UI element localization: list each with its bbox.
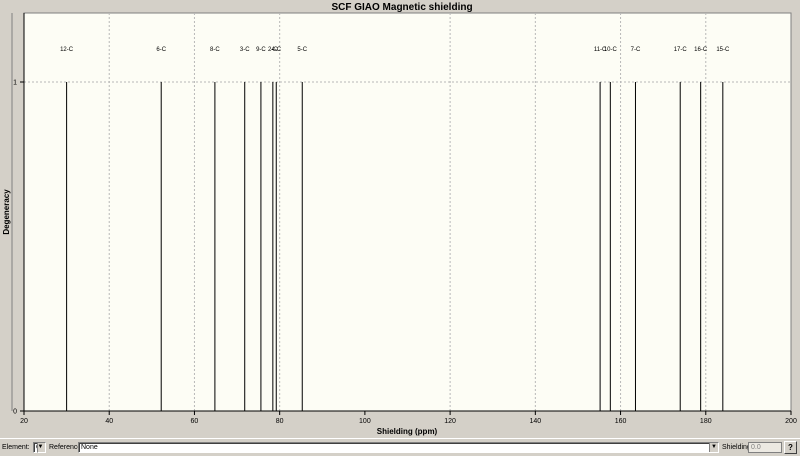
element-label: Element: [2,444,30,451]
status-bar: Element: C ▼ Reference: None ▼ Shielding… [0,438,800,456]
peak-label: 15-C [716,47,730,53]
nmr-spectrum-chart: 12-C 6-C 8-C 3-C 9-C 2-C4-C 5-C 11-C10-C 7-C 17-C… [0,0,800,438]
help-icon: ? [788,443,793,452]
peak-label: 17-C [674,47,688,53]
x-tick-label: 60 [191,418,199,425]
x-tick-label: 120 [444,418,456,425]
peak-label: 5-C [297,47,307,53]
peak-label: 7-C [631,47,641,53]
help-button[interactable]: ? [784,441,797,454]
peak-label: 16-C [694,47,708,53]
chevron-down-icon: ▼ [709,443,718,452]
x-tick-label: 80 [276,418,284,425]
reference-select-value: None [81,444,98,451]
y-tick-label: 0 [13,409,17,416]
peak-label: 10-C [604,47,618,53]
plot-area [23,12,792,412]
element-select-arrow[interactable]: ▼ [37,442,46,453]
x-tick-label: 200 [785,418,797,425]
x-tick-label: 160 [615,418,627,425]
x-axis-label: Shielding (ppm) [377,427,438,436]
peak-label: 8-C [210,47,220,53]
x-tick-label: 140 [529,418,541,425]
peak-label: 9-C [256,47,266,53]
peak-label: 3-C [240,47,250,53]
y-tick-label: 1 [13,80,17,87]
x-tick-label: 20 [20,418,28,425]
chevron-down-icon: ▼ [37,443,45,452]
reference-select[interactable]: None ▼ [78,442,719,453]
x-tick-label: 180 [700,418,712,425]
shielding-field[interactable]: 0.0 [748,442,782,453]
peak-label: 4-C [271,47,281,53]
x-tick-label: 40 [105,418,113,425]
peak-label: 6-C [156,47,166,53]
chart-title: SCF GIAO Magnetic shielding [331,2,472,13]
x-tick-label: 100 [359,418,371,425]
y-axis-label: Degeneracy [2,189,11,235]
shielding-field-value: 0.0 [751,444,761,451]
peak-label: 12-C [60,47,74,53]
